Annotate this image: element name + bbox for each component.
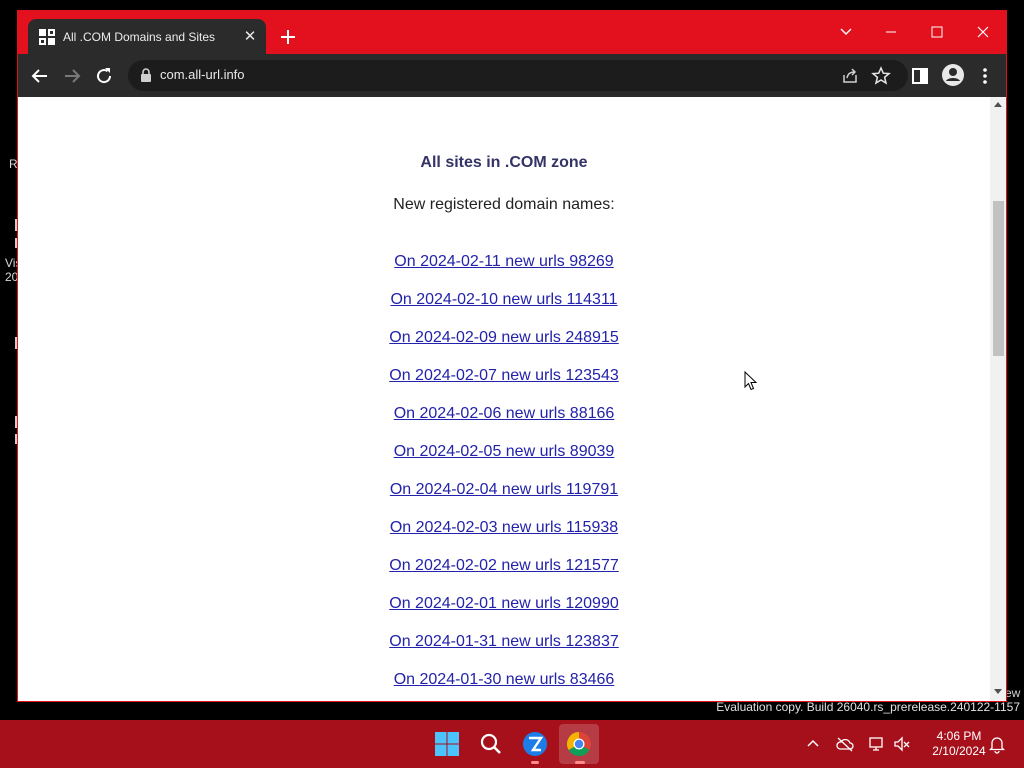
vertical-scrollbar[interactable] <box>990 97 1006 701</box>
onedrive-tray-button[interactable] <box>835 734 855 754</box>
browser-window: All .COM Domains and Sites ✕ com.all-url… <box>17 10 1007 702</box>
maximize-icon <box>931 26 943 38</box>
scroll-up-icon[interactable] <box>994 101 1002 107</box>
chevron-up-icon <box>807 739 819 747</box>
network-tray-button[interactable] <box>866 734 886 754</box>
network-icon <box>869 737 883 751</box>
date-link[interactable]: On 2024-02-09 new urls 248915 <box>389 329 619 346</box>
reload-button[interactable] <box>91 63 117 89</box>
page-subtitle: New registered domain names: <box>393 196 615 213</box>
cloud-off-icon <box>836 737 854 752</box>
back-button[interactable] <box>27 63 53 89</box>
list-item: On 2024-02-09 new urls 248915 <box>18 329 990 367</box>
page-title: All sites in .COM zone <box>420 154 588 171</box>
date-link[interactable]: On 2024-02-02 new urls 121577 <box>389 557 619 574</box>
tab-active[interactable]: All .COM Domains and Sites ✕ <box>28 19 266 54</box>
running-indicator <box>531 761 539 764</box>
list-item: On 2024-02-10 new urls 114311 <box>18 291 990 329</box>
address-bar[interactable]: com.all-url.info <box>128 60 908 91</box>
title-bar[interactable]: All .COM Domains and Sites ✕ <box>18 11 1006 54</box>
list-item: On 2024-02-03 new urls 115938 <box>18 519 990 557</box>
app-icon <box>523 732 547 756</box>
date-link[interactable]: On 2024-02-04 new urls 119791 <box>390 481 618 498</box>
close-icon <box>977 26 989 38</box>
side-panel-button[interactable] <box>907 63 933 89</box>
chevron-down-icon <box>840 28 852 35</box>
show-hidden-icons-button[interactable] <box>803 734 823 754</box>
list-item: On 2024-02-01 new urls 120990 <box>18 595 990 633</box>
date-link[interactable]: On 2024-02-05 new urls 89039 <box>394 443 615 460</box>
avatar-icon <box>942 64 964 86</box>
side-panel-icon <box>912 68 928 84</box>
minimize-button[interactable] <box>868 17 914 47</box>
list-item: On 2024-02-11 new urls 98269 <box>18 253 990 291</box>
scrollbar-thumb[interactable] <box>993 201 1004 356</box>
taskbar: 4:06 PM 2/10/2024 <box>0 720 1024 768</box>
date-link[interactable]: On 2024-01-30 new urls 83466 <box>394 671 615 688</box>
menu-button[interactable] <box>972 63 998 89</box>
tab-search-button[interactable] <box>823 17 869 47</box>
kebab-menu-icon <box>983 68 987 84</box>
list-item: On 2024-02-02 new urls 121577 <box>18 557 990 595</box>
running-indicator <box>575 761 585 764</box>
share-icon <box>843 68 857 83</box>
tab-title: All .COM Domains and Sites <box>63 29 216 44</box>
taskbar-app-chrome[interactable] <box>563 728 595 760</box>
list-item: On 2024-02-07 new urls 123543 <box>18 367 990 405</box>
notifications-button[interactable] <box>987 734 1007 754</box>
reload-icon <box>97 68 112 84</box>
list-item: On 2024-01-31 new urls 123837 <box>18 633 990 671</box>
url-text[interactable]: com.all-url.info <box>160 67 245 82</box>
windows-logo-icon <box>435 732 459 756</box>
lock-icon[interactable] <box>140 68 152 82</box>
date-link[interactable]: On 2024-02-11 new urls 98269 <box>394 253 613 270</box>
star-icon <box>871 66 891 85</box>
domain-link-list: On 2024-02-11 new urls 98269 On 2024-02-… <box>18 253 990 701</box>
close-window-button[interactable] <box>960 17 1006 47</box>
start-button[interactable] <box>431 728 463 760</box>
bell-icon <box>988 737 1006 754</box>
profile-button[interactable] <box>940 62 966 88</box>
chrome-icon <box>566 732 591 757</box>
list-item: On 2024-01-30 new urls 83466 <box>18 671 990 701</box>
browser-toolbar: com.all-url.info <box>18 54 1006 97</box>
search-icon <box>480 733 501 754</box>
minimize-icon <box>886 31 896 33</box>
scroll-down-icon[interactable] <box>994 689 1002 695</box>
date-link[interactable]: On 2024-02-03 new urls 115938 <box>390 519 618 536</box>
share-button[interactable] <box>838 64 862 88</box>
evaluation-watermark: Evaluation copy. Build 26040.rs_prerelea… <box>716 700 1020 714</box>
list-item: On 2024-02-04 new urls 119791 <box>18 481 990 519</box>
arrow-left-icon <box>31 69 47 83</box>
date-link[interactable]: On 2024-02-06 new urls 88166 <box>394 405 615 422</box>
date-link[interactable]: On 2024-02-10 new urls 114311 <box>390 291 617 308</box>
volume-muted-icon <box>894 736 910 752</box>
date-link[interactable]: On 2024-01-31 new urls 123837 <box>389 633 619 650</box>
bookmark-button[interactable] <box>869 64 893 88</box>
page-content: All sites in .COM zone New registered do… <box>18 97 990 701</box>
mouse-cursor-icon <box>744 371 758 391</box>
forward-button[interactable] <box>59 63 85 89</box>
desktop-text-fragment: ew <box>1005 686 1021 700</box>
tab-close-icon[interactable]: ✕ <box>240 27 260 47</box>
taskbar-app-zoom[interactable] <box>519 728 551 760</box>
date-link[interactable]: On 2024-02-07 new urls 123543 <box>389 367 619 384</box>
volume-tray-button[interactable] <box>892 734 912 754</box>
arrow-right-icon <box>65 69 81 83</box>
search-button[interactable] <box>475 728 507 760</box>
list-item: On 2024-02-06 new urls 88166 <box>18 405 990 443</box>
new-tab-button[interactable] <box>276 25 300 49</box>
list-item: On 2024-02-05 new urls 89039 <box>18 443 990 481</box>
date-link[interactable]: On 2024-02-01 new urls 120990 <box>389 595 619 612</box>
maximize-button[interactable] <box>914 17 960 47</box>
favicon-icon <box>39 28 55 45</box>
plus-icon <box>281 30 295 44</box>
